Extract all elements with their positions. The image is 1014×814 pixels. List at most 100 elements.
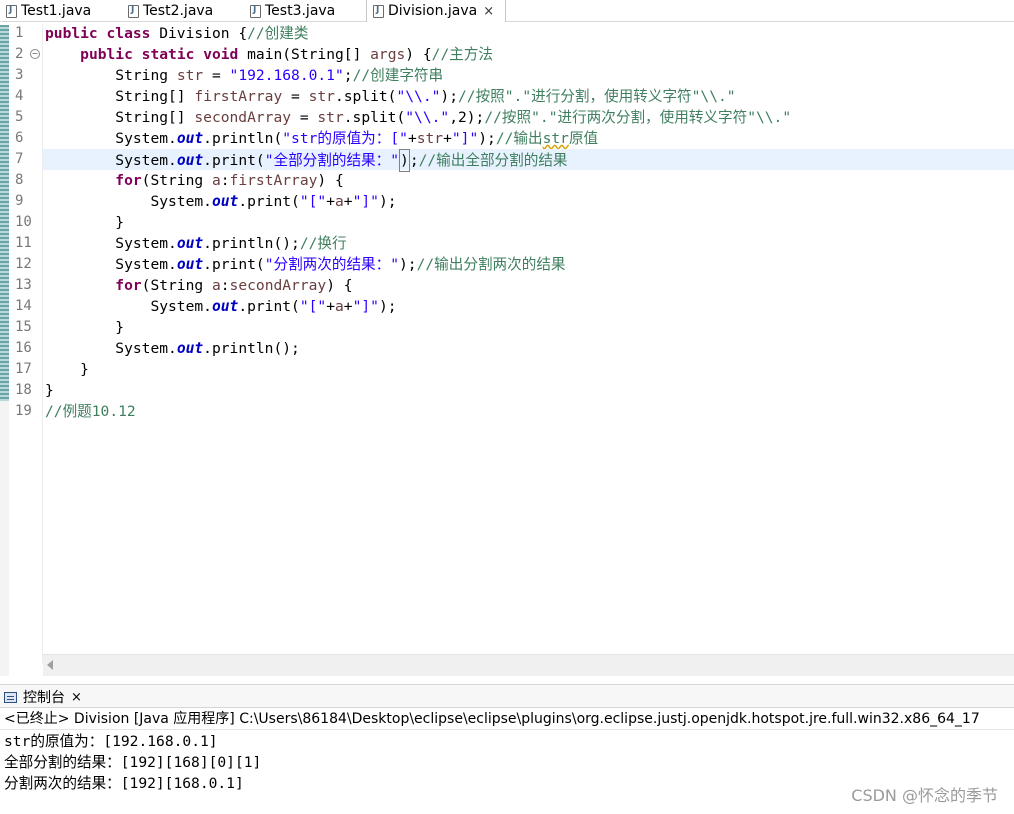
line-number: 14 [15,298,32,314]
tab-test3-java[interactable]: Test3.java [250,0,360,22]
code-text: .print( [203,152,265,169]
static-field: out [211,193,239,210]
code-line[interactable]: } [43,380,1014,401]
code-line[interactable]: String[] secondArray = str.split("\\.",2… [43,107,1014,128]
line-number: 11 [15,235,32,251]
variable: str [317,109,344,126]
code-text: ); [478,130,496,147]
code-line[interactable]: String[] firstArray = str.split("\\.");/… [43,86,1014,107]
variable: str [308,88,335,105]
code-line[interactable]: System.out.print("["+a+"]"); [43,191,1014,212]
horizontal-scrollbar[interactable] [43,654,1014,676]
line-number: 19 [15,403,32,419]
type: String[] [115,88,195,105]
code-line[interactable]: public static void main(String[] args) {… [43,44,1014,65]
code-area[interactable]: public class Division {//创建类 public stat… [43,23,1014,663]
string-literal: "]" [451,130,479,147]
static-field: out [176,256,204,273]
code-text: System. [115,235,177,252]
scroll-left-icon[interactable] [47,660,53,670]
static-field: out [211,298,239,315]
keyword: class [106,25,151,42]
code-line[interactable]: System.out.print("["+a+"]"); [43,296,1014,317]
code-line[interactable]: System.out.println("str的原值为：["+str+"]");… [43,128,1014,149]
string-literal: "分割两次的结果：" [264,256,400,273]
string-literal: "\\." [405,109,450,126]
tab-label: Test1.java [21,3,92,19]
comment: //创建类 [247,25,309,42]
line-number: 15 [15,319,32,335]
line-number: 3 [15,67,24,83]
operator: + [407,130,417,147]
variable: secondArray [229,277,327,294]
code-text: .split( [343,109,406,126]
code-line[interactable]: System.out.println(); [43,338,1014,359]
comment: 原值 [568,130,599,147]
code-text: System. [150,298,212,315]
line-number: 12 [15,256,32,272]
code-line[interactable]: public class Division {//创建类 [43,23,1014,44]
string-literal: "\\." [396,88,441,105]
code-text: System. [115,130,177,147]
code-line[interactable]: } [43,359,1014,380]
line-number: 10 [15,214,32,230]
close-icon[interactable]: × [483,4,494,19]
variable: a [334,193,344,210]
variable: firstArray [194,88,283,105]
line-number: 17 [15,361,32,377]
code-text: .println(); [203,340,300,357]
line-number: 6 [15,130,24,146]
code-line[interactable]: } [43,212,1014,233]
code-text: System. [150,193,212,210]
keyword: for [115,277,142,294]
code-text: (String [141,172,212,189]
code-text: } [45,382,54,399]
code-line[interactable]: System.out.print("分割两次的结果：");//输出分割两次的结果 [43,254,1014,275]
code-text: ); [378,193,397,210]
code-text: ) { [317,172,344,189]
code-text: = [203,67,230,84]
code-line-current[interactable]: System.out.print("全部分割的结果：");//输出全部分割的结果 [43,149,1014,172]
console-tab-label: 控制台 [23,690,65,706]
code-line[interactable]: for(String a:secondArray) { [43,275,1014,296]
line-number: 1 [15,25,24,41]
comment: //主方法 [431,46,494,63]
comment: //输出分割两次的结果 [416,256,566,273]
tab-division-java[interactable]: Division.java × [366,0,506,22]
variable: secondArray [194,109,292,126]
code-line[interactable]: System.out.println();//换行 [43,233,1014,254]
code-line[interactable]: String str = "192.168.0.1";//创建字符串 [43,65,1014,86]
code-text: .print( [238,193,300,210]
line-number: 9 [15,193,24,209]
code-text: } [80,361,89,378]
comment: //输出全部分割的结果 [418,152,568,169]
string-literal: "str的原值为：[" [282,130,408,147]
static-field: out [176,235,204,252]
console-tab-bar: 控制台 × [0,684,1014,708]
code-text: } [115,319,125,336]
fold-collapse-icon[interactable]: − [30,49,40,59]
comment: //按照"."进行分割，使用转义字符"\\." [458,88,736,105]
keyword: static [141,46,195,63]
code-text: ); [399,256,417,273]
code-text: .println(); [203,235,300,252]
tab-console[interactable]: 控制台 × [4,687,82,707]
code-line[interactable]: //例题10.12 [43,401,1014,422]
string-literal: "[" [299,298,327,315]
code-editor[interactable]: 1 2 − 3 4 5 6 7 8 9 10 11 12 13 14 15 16… [0,23,1014,676]
variable: a [211,172,221,189]
keyword: void [203,46,239,63]
tab-test1-java[interactable]: Test1.java [6,0,116,22]
tab-test2-java[interactable]: Test2.java [128,0,238,22]
code-line[interactable]: for(String a:firstArray) { [43,170,1014,191]
line-number: 13 [15,277,32,293]
string-literal: "192.168.0.1" [229,67,344,84]
close-icon[interactable]: × [71,690,82,705]
watermark: CSDN @怀念的季节 [851,786,998,805]
spelling-warning-comment: str [542,130,569,147]
line-number: 4 [15,88,24,104]
code-line[interactable]: } [43,317,1014,338]
code-text: System. [115,152,177,169]
code-text: System. [115,256,177,273]
code-text: : [220,172,230,189]
